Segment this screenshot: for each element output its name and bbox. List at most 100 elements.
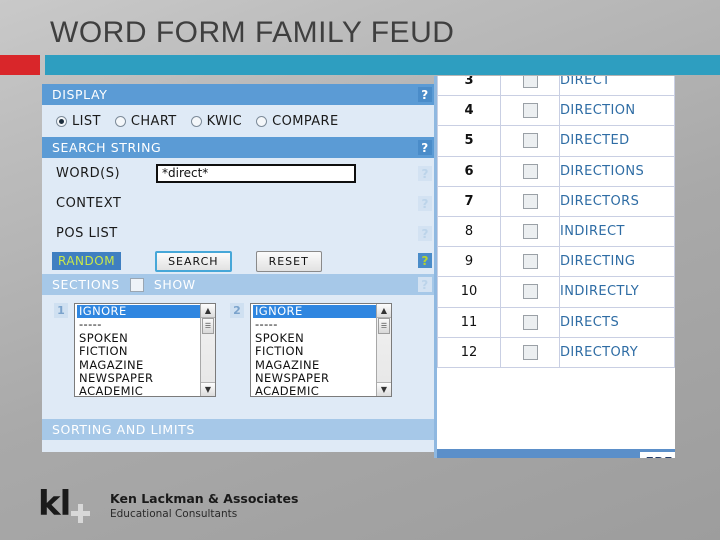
search-input[interactable]	[156, 163, 356, 183]
radio-icon-kwic[interactable]	[190, 115, 202, 127]
row-checkbox[interactable]	[522, 344, 538, 360]
word-cell[interactable]: DIRECTS	[559, 306, 675, 338]
company-tagline: Educational Consultants	[110, 507, 238, 520]
radio-icon-compare[interactable]	[256, 115, 268, 127]
row-checkbox[interactable]	[522, 314, 538, 330]
table-row[interactable]: 10 INDIRECTLY	[437, 276, 675, 308]
scrollbar[interactable]: ▲ ☰ ▼	[376, 304, 391, 396]
word-cell[interactable]: DIRECTIONS	[559, 155, 675, 187]
random-button[interactable]: RANDOM	[52, 252, 122, 270]
show-checkbox[interactable]	[129, 277, 144, 292]
rank-cell: 6	[437, 155, 501, 187]
radio-option-compare[interactable]: COMPARE	[256, 114, 338, 129]
sections-listbox-2[interactable]: IGNORE ----- SPOKEN FICTION MAGAZINE NEW…	[250, 303, 392, 397]
select-cell[interactable]	[500, 306, 560, 338]
sections-number-2: 2	[230, 303, 244, 318]
display-options-row: LIST CHART KWIC COMPARE	[42, 105, 434, 137]
row-checkbox[interactable]	[522, 133, 538, 149]
list-item[interactable]: FICTION	[77, 344, 215, 358]
table-row[interactable]: 5 DIRECTED	[437, 125, 675, 157]
table-row[interactable]: 4 DIRECTION	[437, 95, 675, 127]
select-cell[interactable]	[500, 336, 560, 368]
row-checkbox[interactable]	[522, 103, 538, 119]
help-icon-actions[interactable]: ?	[418, 253, 432, 268]
list-item[interactable]: SPOKEN	[253, 331, 391, 345]
help-icon-display[interactable]: ?	[418, 87, 432, 102]
row-checkbox[interactable]	[522, 76, 538, 89]
list-item[interactable]: MAGAZINE	[77, 358, 215, 372]
scroll-up-icon[interactable]: ▲	[201, 304, 215, 318]
rank-cell: 7	[437, 185, 501, 217]
table-row[interactable]: 3 DIRECT	[437, 76, 675, 97]
word-cell[interactable]: DIRECTORS	[559, 185, 675, 217]
list-item[interactable]: NEWSPAPER	[77, 371, 215, 385]
select-cell[interactable]	[500, 215, 560, 248]
scroll-thumb[interactable]: ☰	[202, 318, 214, 334]
select-cell[interactable]	[500, 155, 560, 187]
section-header-display: DISPLAY ?	[42, 84, 434, 105]
help-icon-pos-list[interactable]: ?	[418, 226, 432, 241]
list-item[interactable]: ACADEMIC	[77, 385, 215, 396]
table-row[interactable]: 8 INDIRECT	[437, 215, 675, 248]
list-item[interactable]: IGNORE	[77, 304, 215, 319]
reset-button[interactable]: RESET	[255, 250, 322, 272]
frequency-button[interactable]: FRE	[639, 452, 675, 458]
table-row[interactable]: 7 DIRECTORS	[437, 185, 675, 217]
word-cell[interactable]: DIRECTING	[559, 246, 675, 278]
row-checkbox[interactable]	[522, 254, 538, 270]
footer-text: Ken Lackman & Associates Educational Con…	[110, 491, 298, 520]
rank-cell: 8	[437, 215, 501, 248]
word-cell[interactable]: DIRECTION	[559, 95, 675, 127]
radio-option-chart[interactable]: CHART	[114, 114, 177, 129]
table-row[interactable]: 9 DIRECTING	[437, 246, 675, 278]
list-item[interactable]: SPOKEN	[77, 331, 215, 345]
search-controls-panel: DISPLAY ? LIST CHART KWIC COMPARE SEARCH…	[42, 84, 437, 452]
list-item[interactable]: MAGAZINE	[253, 358, 391, 372]
field-row-context: CONTEXT ?	[42, 188, 434, 218]
help-icon-words[interactable]: ?	[418, 166, 432, 181]
scroll-down-icon[interactable]: ▼	[377, 382, 391, 396]
row-checkbox[interactable]	[522, 193, 538, 209]
scroll-down-icon[interactable]: ▼	[201, 382, 215, 396]
field-row-pos-list: POS LIST ?	[42, 218, 434, 248]
select-cell[interactable]	[500, 185, 560, 217]
row-checkbox[interactable]	[522, 163, 538, 179]
scrollbar[interactable]: ▲ ☰ ▼	[200, 304, 215, 396]
list-item[interactable]: IGNORE	[253, 304, 391, 319]
radio-option-kwic[interactable]: KWIC	[190, 114, 242, 129]
help-icon-context[interactable]: ?	[418, 196, 432, 211]
table-row[interactable]: 6 DIRECTIONS	[437, 155, 675, 187]
accent-bar-red	[0, 55, 40, 75]
sections-listbox-1[interactable]: IGNORE ----- SPOKEN FICTION MAGAZINE NEW…	[74, 303, 216, 397]
word-cell[interactable]: INDIRECT	[559, 215, 675, 248]
scroll-up-icon[interactable]: ▲	[377, 304, 391, 318]
select-cell[interactable]	[500, 76, 560, 97]
row-checkbox[interactable]	[522, 224, 538, 240]
word-cell[interactable]: DIRECTED	[559, 125, 675, 157]
word-cell[interactable]: INDIRECTLY	[559, 276, 675, 308]
help-icon-search-string[interactable]: ?	[418, 140, 432, 155]
radio-icon-list[interactable]	[56, 115, 67, 127]
word-cell[interactable]: DIRECTORY	[559, 336, 675, 368]
list-item[interactable]: -----	[253, 317, 391, 331]
list-item[interactable]: ACADEMIC	[253, 385, 391, 396]
row-checkbox[interactable]	[522, 284, 538, 300]
select-cell[interactable]	[500, 276, 560, 308]
help-icon-sections[interactable]: ?	[418, 277, 432, 292]
sections-listboxes: 1 IGNORE ----- SPOKEN FICTION MAGAZINE N…	[42, 295, 434, 413]
display-header-label: DISPLAY	[52, 87, 108, 102]
list-item[interactable]: NEWSPAPER	[253, 371, 391, 385]
select-cell[interactable]	[500, 125, 560, 157]
search-button[interactable]: SEARCH	[155, 250, 232, 272]
list-item[interactable]: -----	[77, 317, 215, 331]
select-cell[interactable]	[500, 95, 560, 127]
list-item[interactable]: FICTION	[253, 344, 391, 358]
word-cell[interactable]: DIRECT	[559, 76, 675, 97]
radio-icon-chart[interactable]	[114, 115, 126, 127]
radio-option-list[interactable]: LIST	[56, 114, 101, 129]
page-title: WORD FORM FAMILY FEUD	[50, 16, 455, 49]
select-cell[interactable]	[500, 246, 560, 278]
table-row[interactable]: 11 DIRECTS	[437, 306, 675, 338]
table-row[interactable]: 12 DIRECTORY	[437, 336, 675, 368]
scroll-thumb[interactable]: ☰	[378, 318, 390, 334]
